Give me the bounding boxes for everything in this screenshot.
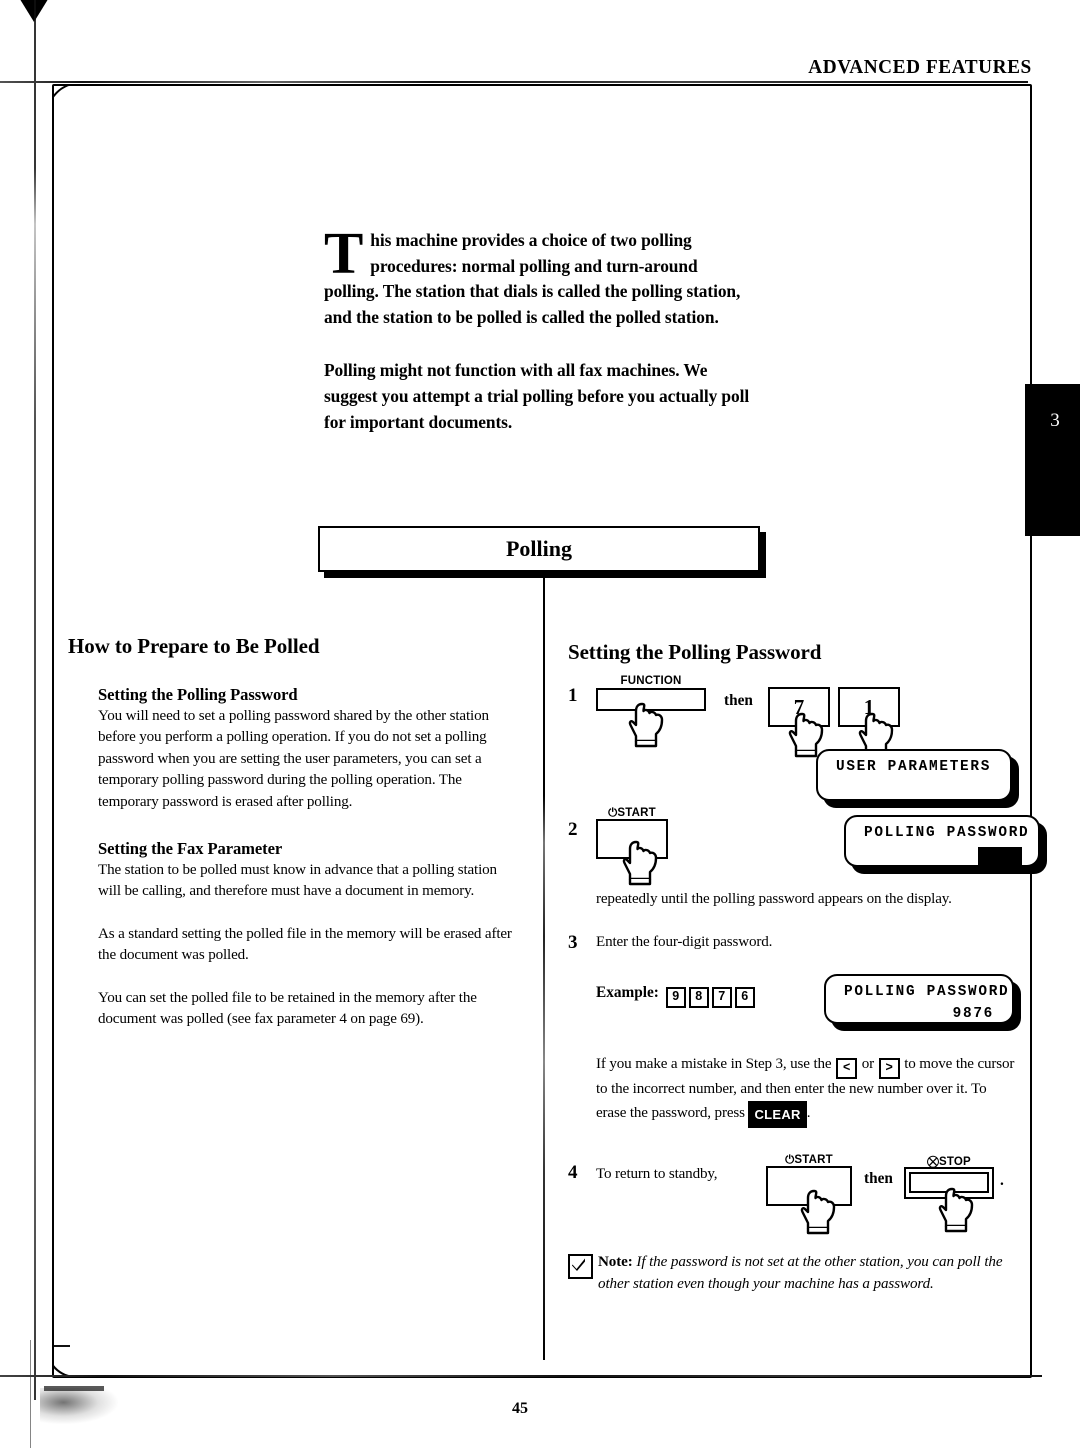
intro-paragraph-1-text: his machine provides a choice of two pol…	[324, 230, 741, 327]
step-3-followup: If you make a mistake in Step 3, use the…	[596, 1054, 1020, 1129]
lcd-line-2: 9876	[952, 1006, 994, 1023]
header-rule	[0, 81, 1028, 83]
start-key-label: ⏻START	[785, 1154, 833, 1167]
connector-then-1: then	[724, 692, 753, 709]
pressing-hand-icon	[938, 1188, 974, 1233]
pressing-hand-icon	[800, 1190, 836, 1235]
step-3-number: 3	[568, 932, 578, 954]
subheading-polling-password: Setting the Polling Password	[98, 685, 298, 704]
chapter-tab	[1025, 384, 1080, 536]
followup-text-d: .	[806, 1104, 811, 1121]
clear-key[interactable]: CLEAR	[748, 1100, 807, 1129]
step-4-text: To return to standby,	[596, 1166, 718, 1183]
section-title-label: Polling	[505, 536, 572, 561]
step-3-text: Enter the four-digit password.	[596, 934, 773, 951]
arrow-right-key[interactable]: >	[878, 1058, 900, 1080]
note-body: If the password is not set at the other …	[598, 1254, 1003, 1292]
intro-block: This machine provides a choice of two po…	[324, 220, 756, 435]
step-1-number: 1	[568, 685, 578, 706]
page-header-title: ADVANCED FEATURES	[808, 56, 1032, 78]
note-block: Note: If the password is not set at the …	[568, 1252, 1020, 1295]
power-icon: ⏻	[608, 807, 618, 819]
lcd-display-polling-password-9876: POLLING PASSWORD 9876	[824, 974, 1021, 1032]
lcd-line-1: POLLING PASSWORD	[864, 825, 1030, 841]
column-divider	[543, 576, 545, 1360]
step-4-number: 4	[568, 1162, 578, 1184]
lcd-face	[816, 749, 1012, 801]
step-1: 1 FUNCTION then 7 1	[568, 675, 1020, 758]
followup-text-b: or	[861, 1056, 874, 1073]
scan-artifact-smudge-line	[44, 1386, 104, 1391]
step-3: 3 Enter the four-digit password.	[568, 932, 1020, 966]
example-digit-2: 8	[688, 987, 709, 1009]
paragraph-polling-password: You will need to set a polling password …	[98, 708, 489, 810]
step-2: 2 ⏻START POLLING PASSWORD	[568, 807, 1047, 886]
example-label: Example:	[596, 984, 659, 1002]
lcd-display-polling-password-empty: POLLING PASSWORD	[844, 815, 1047, 874]
paragraph-fax-parameter-3: You can set the polled file to be retain…	[98, 989, 477, 1028]
pressing-hand-icon	[628, 702, 664, 748]
example-digit-1: 9	[665, 987, 686, 1009]
left-column-heading: How to Prepare to Be Polled	[68, 634, 320, 658]
footer-rule	[0, 1375, 1042, 1378]
intro-paragraph-2: Polling might not function with all fax …	[324, 360, 750, 432]
example-digit-4: 6	[734, 987, 755, 1009]
subheading-fax-parameter: Setting the Fax Parameter	[98, 839, 283, 859]
page-number: 45	[512, 1400, 528, 1417]
followup-text-a: If you make a mistake in Step 3, use the	[596, 1056, 832, 1073]
power-icon: ⏻	[785, 1154, 795, 1167]
checkmark-icon	[572, 1258, 585, 1272]
step-4: 4 To return to standby, ⏻START then ⛒STO…	[568, 1150, 1020, 1238]
page-border-corner-top-left	[52, 84, 112, 124]
step-2-number: 2	[568, 819, 578, 840]
connector-then-2: then	[864, 1170, 893, 1188]
step-4-trailing-period: .	[1000, 1172, 1004, 1190]
example-digit-3: 7	[711, 987, 732, 1009]
paragraph-fax-parameter-2: As a standard setting the polled file in…	[98, 925, 512, 964]
lcd-cursor-block	[978, 847, 1022, 865]
right-column: Setting the Polling Password 1 FUNCTION …	[568, 640, 1047, 1295]
right-column-heading: Setting the Polling Password	[568, 640, 822, 664]
left-column: How to Prepare to Be Polled Setting the …	[68, 634, 518, 1030]
lcd-display-user-parameters: USER PARAMETERS	[816, 749, 1019, 808]
document-page: ADVANCED FEATURES 3 This machine provide…	[0, 0, 1080, 1450]
scan-artifact-left-edge-lower	[30, 1340, 31, 1448]
pressing-hand-icon	[622, 840, 658, 886]
function-key-label: FUNCTION	[620, 675, 682, 687]
scan-artifact-left-edge	[34, 0, 36, 1400]
paragraph-fax-parameter-1: The station to be polled must know in ad…	[98, 862, 497, 900]
intro-paragraph-1: This machine provides a choice of two po…	[324, 220, 756, 330]
chapter-tab-number: 3	[1050, 410, 1060, 431]
page-border-corner-bottom-left	[52, 1330, 112, 1376]
start-key-label: ⏻START	[608, 807, 656, 819]
section-title-box: Polling	[318, 526, 766, 578]
note-text: Note: If the password is not set at the …	[598, 1252, 1020, 1295]
arrow-left-key[interactable]: <	[836, 1058, 858, 1080]
section-title-box-face: Polling	[318, 526, 760, 572]
lcd-line-1: USER PARAMETERS	[836, 759, 992, 775]
drop-cap: T	[324, 220, 364, 286]
step-2-text: repeatedly until the polling password ap…	[596, 891, 952, 907]
lcd-line-1: POLLING PASSWORD	[844, 984, 1010, 1001]
note-label: Note:	[598, 1254, 633, 1271]
